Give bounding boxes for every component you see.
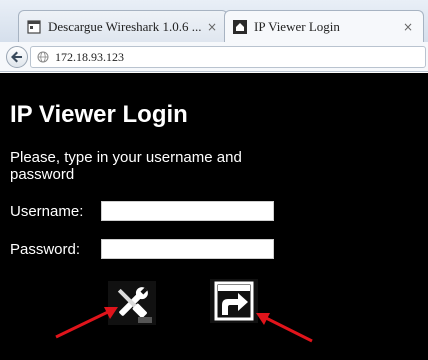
password-label: Password: xyxy=(10,241,81,258)
back-button[interactable] xyxy=(6,46,28,68)
page-title: IP Viewer Login xyxy=(10,101,188,128)
address-bar[interactable]: 172.18.93.123 xyxy=(30,46,426,68)
close-tab-icon[interactable]: × xyxy=(205,20,219,34)
login-button[interactable] xyxy=(210,279,258,323)
globe-icon xyxy=(37,51,49,63)
login-icon xyxy=(210,279,258,323)
close-tab-icon[interactable]: × xyxy=(401,20,415,34)
annotation-arrow-right xyxy=(256,313,313,343)
home-icon xyxy=(233,19,247,34)
tab-title: IP Viewer Login xyxy=(254,18,340,34)
back-arrow-icon xyxy=(11,51,22,63)
username-field[interactable] xyxy=(101,201,274,221)
login-page: IP Viewer Login Please, type in your use… xyxy=(0,73,428,360)
tab-title: Descargue Wireshark 1.0.6 ... xyxy=(48,18,202,34)
tab-descargue-wireshark[interactable]: Descargue Wireshark 1.0.6 ... × xyxy=(18,10,228,42)
password-field[interactable] xyxy=(101,239,274,259)
address-text: 172.18.93.123 xyxy=(55,49,124,64)
page-icon xyxy=(27,19,41,34)
instructions-text: Please, type in your username and passwo… xyxy=(10,149,242,183)
tab-ip-viewer-login[interactable]: IP Viewer Login × xyxy=(224,10,424,42)
annotation-arrow-left xyxy=(55,307,118,339)
username-label: Username: xyxy=(10,203,84,220)
browser-tab-bar: Descargue Wireshark 1.0.6 ... × IP Viewe… xyxy=(0,0,428,42)
browser-nav-bar: 172.18.93.123 xyxy=(0,42,428,72)
